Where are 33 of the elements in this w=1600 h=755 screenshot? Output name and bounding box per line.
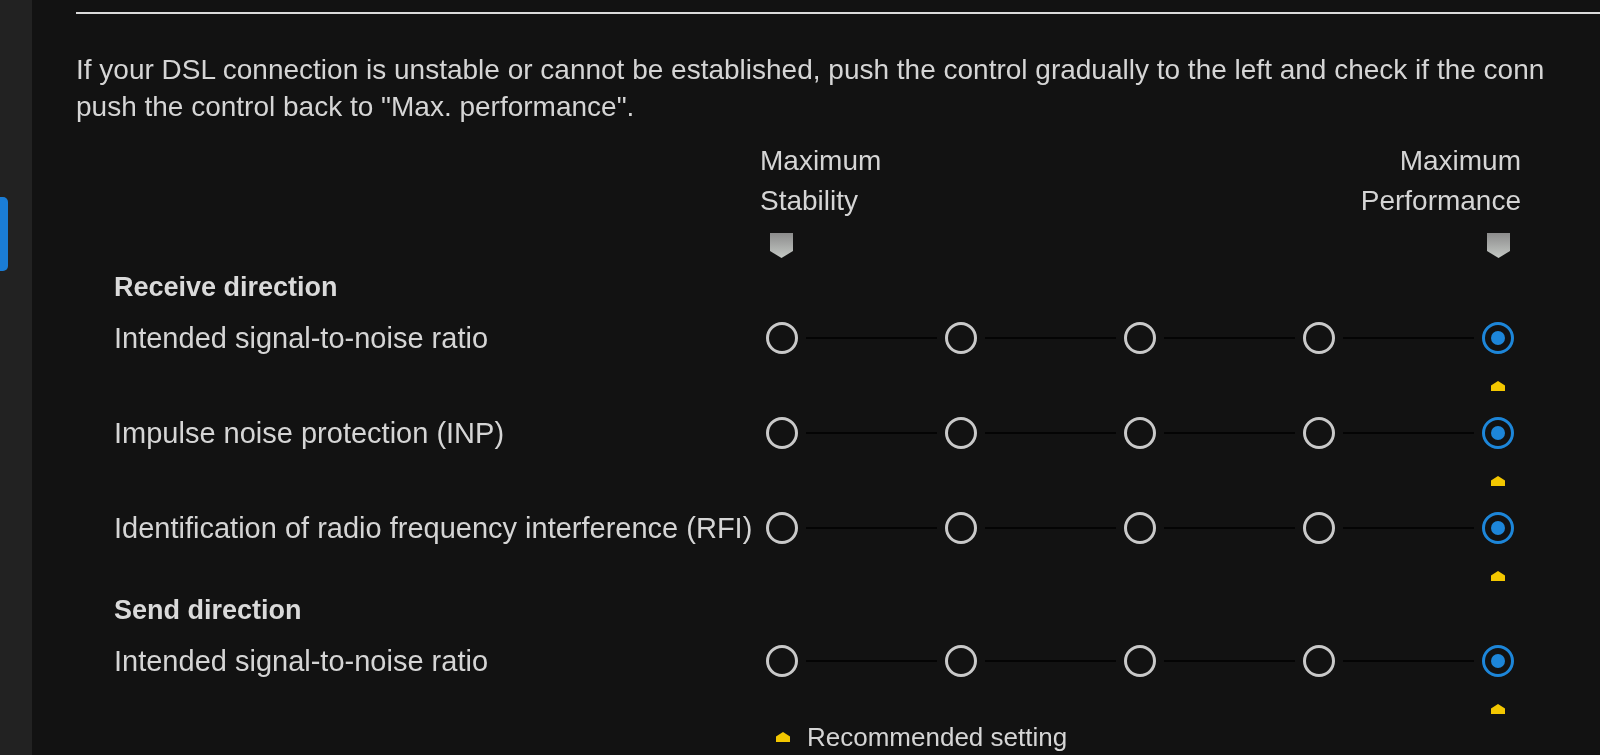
radio-button[interactable] (766, 645, 798, 677)
radio-button[interactable] (1124, 322, 1156, 354)
radio-button[interactable] (766, 417, 798, 449)
setting-label: Intended signal-to-noise ratio (114, 321, 488, 355)
pointer-icon (770, 233, 793, 258)
radio-button[interactable] (1303, 645, 1335, 677)
setting-label: Intended signal-to-noise ratio (114, 644, 488, 678)
radio-button[interactable] (1303, 512, 1335, 544)
radio-button[interactable] (1303, 322, 1335, 354)
pointer-icon (1487, 233, 1510, 258)
radio-button[interactable] (1124, 645, 1156, 677)
section-heading: Send direction (114, 594, 302, 627)
radio-button[interactable] (766, 322, 798, 354)
description-text: If your DSL connection is unstable or cannot be established, push the control gradually to the left and check if the conn push the control back to "Max. performance". (76, 53, 1545, 124)
radio-button[interactable] (945, 512, 977, 544)
scale-label: Maximum Stability (760, 144, 883, 218)
radio-button[interactable] (945, 322, 977, 354)
radio-button[interactable] (945, 645, 977, 677)
radio-button[interactable] (1482, 512, 1514, 544)
radio-button[interactable] (766, 512, 798, 544)
section-heading: Receive direction (114, 271, 338, 304)
radio-button[interactable] (1303, 417, 1335, 449)
radio-button[interactable] (1124, 417, 1156, 449)
radio-button[interactable] (1124, 512, 1156, 544)
setting-label: Impulse noise protection (INP) (114, 416, 505, 450)
recommended-marker-icon (776, 732, 790, 742)
legend-text: Recommended setting (807, 722, 1068, 752)
radio-button[interactable] (1482, 417, 1514, 449)
radio-button[interactable] (945, 417, 977, 449)
setting-label: Identification of radio frequency interference (RFI) (114, 511, 753, 545)
radio-button[interactable] (1482, 645, 1514, 677)
radio-button[interactable] (1482, 322, 1514, 354)
scale-label: Maximum Performance (1359, 144, 1521, 218)
